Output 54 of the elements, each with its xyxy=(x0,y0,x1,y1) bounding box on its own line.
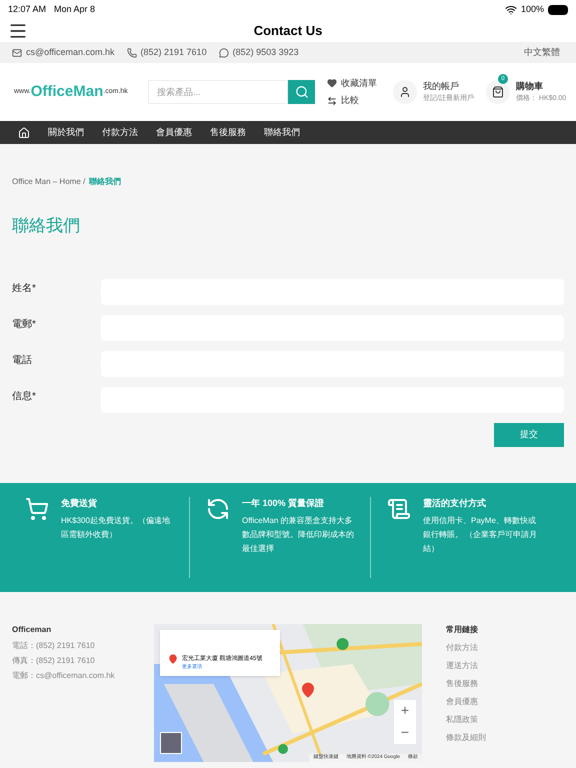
email-link[interactable]: cs@officeman.com.hk xyxy=(26,46,115,60)
nav-link[interactable]: 付款方法 xyxy=(102,126,138,140)
user-icon xyxy=(393,80,417,104)
zoom-out-button[interactable]: − xyxy=(394,722,416,744)
search-button[interactable] xyxy=(288,80,315,104)
feature-text: 使用信用卡、PayMe、轉數快或銀行轉賬。 （企業客戶可申請月結） xyxy=(423,515,538,555)
search-field[interactable]: 搜索產品... xyxy=(148,80,288,104)
compare-link[interactable]: 比較 xyxy=(341,94,359,108)
home-icon[interactable] xyxy=(18,126,30,138)
cart-icon xyxy=(25,496,49,520)
search-icon xyxy=(294,85,308,99)
battery-icon xyxy=(548,5,568,15)
breadcrumb-current: 聯絡我們 xyxy=(89,176,122,188)
feature-text: OfficeMan 的兼容墨盒支持大多數品牌和型號。降低印刷成本的最佳選擇 xyxy=(242,515,355,555)
company-name: Officeman xyxy=(12,624,52,636)
phone-link[interactable]: (852) 2191 7610 xyxy=(140,46,207,60)
whatsapp-link[interactable]: (852) 9503 3923 xyxy=(232,46,299,60)
receipt-icon xyxy=(387,496,411,520)
page-title: Contact Us xyxy=(254,22,322,40)
nav-link[interactable]: 關於我們 xyxy=(48,126,84,140)
wishlist-link[interactable]: 收藏清單 xyxy=(341,76,377,90)
contact-line: 傳真：(852) 2191 7610 xyxy=(12,654,96,666)
phone-icon xyxy=(126,48,137,58)
field-label: 信息* xyxy=(12,390,37,404)
feature-text: HK$300起免費送貨。（偏遠地區需額外收費） xyxy=(61,515,171,541)
field-label: 電郵* xyxy=(12,318,37,332)
field-label: 姓名* xyxy=(12,282,37,296)
status-time: 12:07 AM xyxy=(8,3,46,16)
contact-line: 電話：(852) 2191 7610 xyxy=(12,640,96,652)
nav-link[interactable]: 會員優惠 xyxy=(156,126,192,140)
page-heading: 聯絡我們 xyxy=(12,215,81,237)
mail-icon xyxy=(12,48,22,58)
zoom-in-button[interactable]: + xyxy=(394,700,416,722)
field-label: 電話 xyxy=(12,354,33,368)
heart-icon xyxy=(327,78,337,88)
breadcrumb-link[interactable]: Office Man – Home / xyxy=(12,176,86,188)
battery-level: 100% xyxy=(520,3,544,16)
nav-link[interactable]: 聯絡我們 xyxy=(264,126,300,140)
feature-title: 一年 100% 質量保證 xyxy=(242,496,326,510)
links-title: 常用鏈接 xyxy=(446,624,479,636)
pin-icon xyxy=(300,682,316,698)
refresh-icon xyxy=(206,496,230,520)
bag-icon[interactable] xyxy=(486,80,510,104)
nav-link[interactable]: 售後服務 xyxy=(210,126,246,140)
contact-line: 電郵：cs@officeman.com.hk xyxy=(12,670,116,682)
feature-title: 靈活的支付方式 xyxy=(423,496,487,510)
compare-icon xyxy=(327,96,337,106)
chat-icon xyxy=(218,48,229,58)
cart-link[interactable]: 購物車 xyxy=(516,80,566,94)
pin-icon xyxy=(168,654,178,664)
status-date: Mon Apr 8 xyxy=(54,3,96,16)
language-link[interactable]: 中文繁體 xyxy=(524,46,560,60)
account-link[interactable]: 我的帳戶 xyxy=(423,80,474,94)
feature-title: 免費送貨 xyxy=(61,496,98,510)
